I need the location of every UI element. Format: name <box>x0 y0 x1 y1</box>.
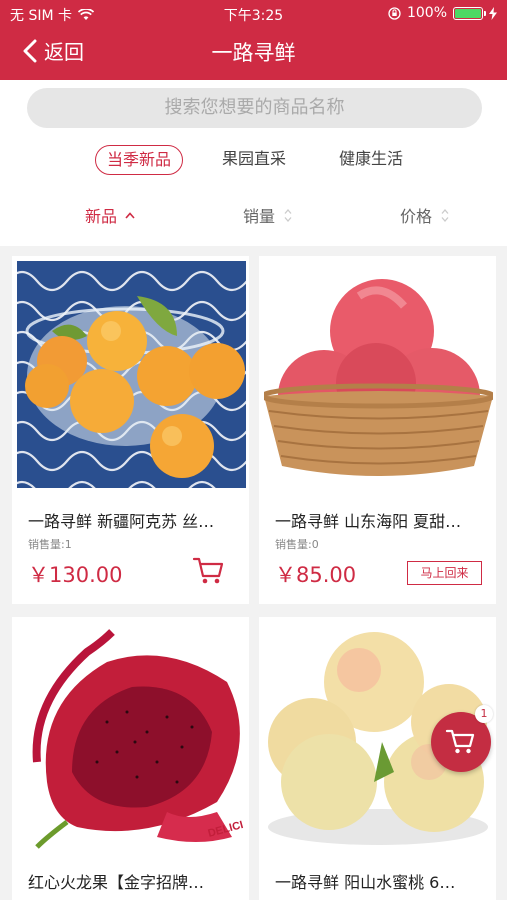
product-card[interactable]: DELICI 红心火龙果【金字招牌… <box>12 617 249 900</box>
sort-new[interactable]: 新品 <box>85 203 135 227</box>
status-bar: 无 SIM 卡 下午3:25 100% <box>0 0 507 28</box>
product-name: 一路寻鲜 新疆阿克苏 丝… <box>28 512 215 531</box>
charging-icon <box>489 6 497 20</box>
product-name: 一路寻鲜 阳山水蜜桃 6… <box>275 873 456 892</box>
coming-soon-button[interactable]: 马上回来 <box>407 561 482 585</box>
cart-icon <box>192 557 224 584</box>
tab-seasonal-new[interactable]: 当季新品 <box>95 145 184 175</box>
product-name: 一路寻鲜 山东海阳 夏甜… <box>275 512 462 531</box>
product-card[interactable]: 一路寻鲜 新疆阿克苏 丝… 销售量:1 ￥130.00 <box>12 256 249 604</box>
product-price: ￥130.00 <box>28 563 123 587</box>
cart-icon <box>445 729 475 754</box>
add-to-cart-button[interactable] <box>192 556 226 586</box>
product-name: 红心火龙果【金字招牌… <box>28 873 205 892</box>
product-image-apricots[interactable] <box>17 261 246 488</box>
sort-sales-label: 销量 <box>243 207 276 226</box>
product-card[interactable]: 一路寻鲜 山东海阳 夏甜… 销售量:0 ￥85.00 马上回来 <box>259 256 496 604</box>
battery-icon <box>453 6 486 20</box>
tab-orchard-direct[interactable]: 果园直采 <box>222 145 286 175</box>
orientation-lock-icon <box>388 6 401 20</box>
sort-sales[interactable]: 销量 <box>243 203 293 227</box>
product-price: ￥85.00 <box>275 563 357 587</box>
category-tabs: 当季新品 果园直采 健康生活 <box>0 145 507 177</box>
product-sales-count: 销售量:1 <box>28 538 72 551</box>
page-title: 一路寻鲜 <box>211 41 296 65</box>
sort-arrows-icon <box>125 211 135 219</box>
filter-panel: 搜索您想要的商品名称 当季新品 果园直采 健康生活 新品 销量 价格 <box>0 80 507 246</box>
sort-bar: 新品 销量 价格 <box>0 203 507 229</box>
tab-healthy-living[interactable]: 健康生活 <box>339 145 403 175</box>
search-input[interactable]: 搜索您想要的商品名称 <box>27 88 482 128</box>
sort-price[interactable]: 价格 <box>400 203 450 227</box>
cart-count-badge: 1 <box>475 705 493 723</box>
sort-price-label: 价格 <box>400 207 433 226</box>
sort-arrows-icon <box>440 208 450 223</box>
product-image-peaches-basket[interactable] <box>264 261 493 488</box>
battery-percent: 100% <box>406 5 447 21</box>
nav-bar: 返回 一路寻鲜 <box>0 30 507 74</box>
product-image-dragon-fruit[interactable]: DELICI <box>17 622 246 849</box>
product-sales-count: 销售量:0 <box>275 538 319 551</box>
sort-arrows-icon <box>283 208 293 223</box>
header-bar: 无 SIM 卡 下午3:25 100% 返回 一路寻鲜 <box>0 0 507 80</box>
sort-new-label: 新品 <box>85 207 118 226</box>
